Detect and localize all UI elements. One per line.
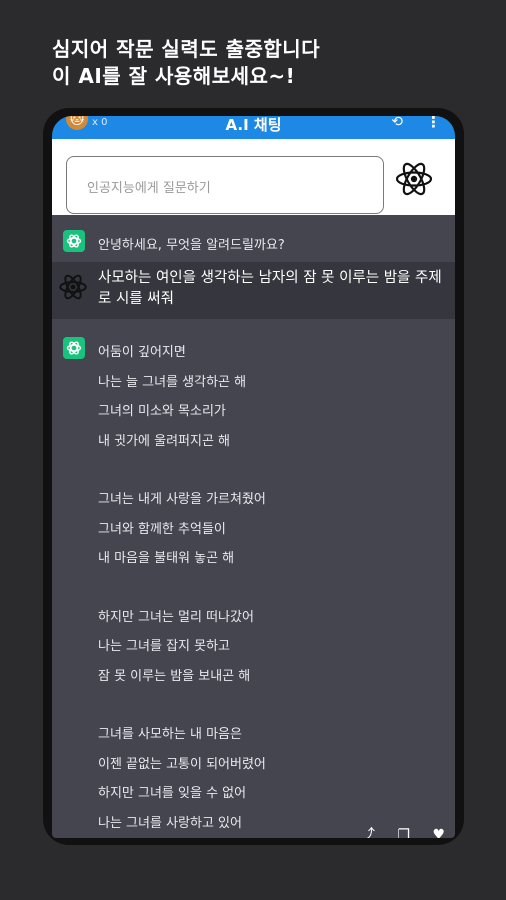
poem-line: 하지만 그녀는 멀리 떠나갔어 xyxy=(98,609,254,625)
promo-headline: 심지어 작문 실력도 출중합니다 이 AI를 잘 사용해보세요~! xyxy=(52,36,320,90)
openai-logo-icon xyxy=(63,337,85,359)
history-icon[interactable]: ⟲ xyxy=(391,116,403,130)
more-vert-icon[interactable]: ⋮ xyxy=(426,116,441,131)
question-bar: 인공지능에게 질문하기 xyxy=(52,139,455,215)
app-screen: 🐱 x 0 A.I 채팅 ⟲ ⋮ 인공지능에게 질문하기 안녕하세요, 무엇을 … xyxy=(52,116,455,838)
phone-frame: 🐱 x 0 A.I 채팅 ⟲ ⋮ 인공지능에게 질문하기 안녕하세요, 무엇을 … xyxy=(43,108,464,845)
poem-line: 나는 늘 그녀를 생각하곤 해 xyxy=(98,374,247,390)
message-actions: ⤴ ❐ ♥ xyxy=(343,824,445,838)
poem-line: 그녀의 미소와 목소리가 xyxy=(98,404,226,419)
openai-logo-icon xyxy=(63,230,85,252)
greeting-message: 안녕하세요, 무엇을 알려드릴까요? xyxy=(52,221,455,261)
poem-line xyxy=(98,694,266,723)
promo-line-2: 이 AI를 잘 사용해보세요~! xyxy=(52,64,296,88)
poem-line xyxy=(98,459,266,488)
poem-line: 나는 그녀를 사랑하고 있어 xyxy=(98,815,242,831)
poem-line: 나는 그녀를 잡지 못하고 xyxy=(98,639,230,654)
atom-icon xyxy=(59,274,87,300)
user-message-text: 사모하는 여인을 생각하는 남자의 잠 못 이루는 밤을 주제로 시를 써줘 xyxy=(98,270,442,307)
poem-line xyxy=(98,577,266,606)
poem-line: 그녀는 내게 사랑을 가르쳐줬어 xyxy=(98,492,266,507)
poem-line: 그녀를 사모하는 내 마음은 xyxy=(98,727,242,742)
poem-line: 잠 못 이루는 밤을 보내곤 해 xyxy=(98,668,251,684)
ai-response-poem: 어둠이 깊어지면 나는 늘 그녀를 생각하곤 해 그녀의 미소와 목소리가 내 … xyxy=(98,341,266,838)
greeting-text: 안녕하세요, 무엇을 알려드릴까요? xyxy=(98,238,285,253)
question-input[interactable]: 인공지능에게 질문하기 xyxy=(66,156,384,214)
app-bar: 🐱 x 0 A.I 채팅 ⟲ ⋮ xyxy=(52,116,455,139)
share-icon[interactable]: ⤴ xyxy=(361,827,375,838)
poem-line: 이젠 끝없는 고통이 되어버렸어 xyxy=(98,756,266,772)
poem-line: 내 귓가에 울려퍼지곤 해 xyxy=(98,433,230,449)
promo-line-1: 심지어 작문 실력도 출중합니다 xyxy=(52,37,321,61)
heart-icon[interactable]: ♥ xyxy=(432,827,445,838)
poem-line: 그녀와 함께한 추억들이 xyxy=(98,521,226,537)
poem-line: 어둠이 깊어지면 xyxy=(98,345,186,360)
copy-icon[interactable]: ❐ xyxy=(397,827,410,838)
user-message: 사모하는 여인을 생각하는 남자의 잠 못 이루는 밤을 주제로 시를 써줘 xyxy=(52,262,455,319)
atom-icon[interactable] xyxy=(394,159,434,199)
poem-line: 하지만 그녀를 잊을 수 없어 xyxy=(98,786,247,801)
poem-line: 내 마음을 불태워 놓곤 해 xyxy=(98,551,235,566)
